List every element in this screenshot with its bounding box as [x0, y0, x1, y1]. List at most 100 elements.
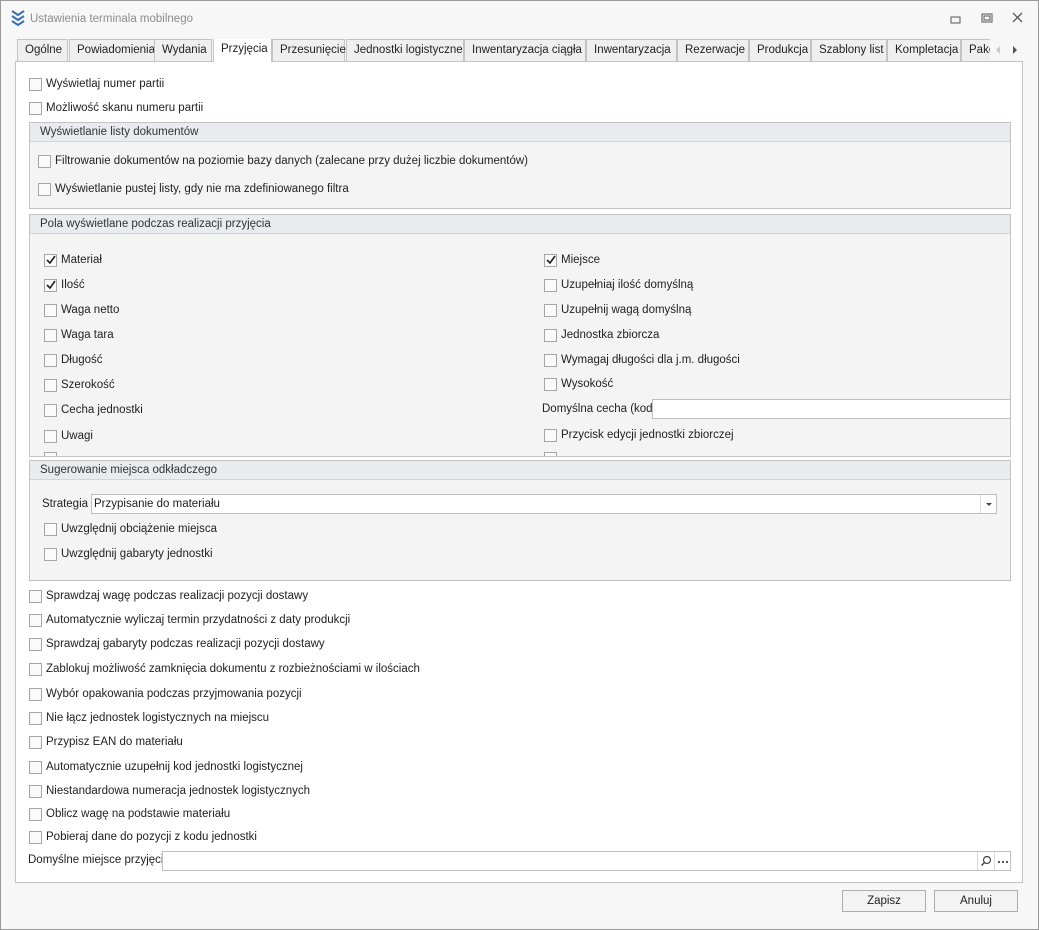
- checkbox[interactable]: [544, 328, 557, 342]
- option-db-filtering[interactable]: Filtrowanie dokumentów na poziomie bazy …: [38, 152, 528, 170]
- field-net-weight[interactable]: Waga netto: [44, 301, 119, 319]
- default-location-label: Domyślne miejsce przyjęcia: [28, 854, 170, 866]
- checkbox[interactable]: [29, 613, 42, 627]
- option-check-weight[interactable]: Sprawdzaj wagę podczas realizacji pozycj…: [29, 587, 308, 605]
- search-icon[interactable]: [977, 852, 993, 870]
- field-require-length[interactable]: Wymagaj długości dla j.m. długości: [544, 351, 740, 369]
- default-feature-input[interactable]: [652, 399, 1010, 419]
- checkbox[interactable]: [44, 328, 57, 342]
- tab-issues[interactable]: Wydania: [154, 39, 212, 61]
- doc-list-group: Wyświetlanie listy dokumentów Filtrowani…: [29, 122, 1011, 209]
- field-default-weight[interactable]: Uzupełnij wagą domyślną: [544, 301, 691, 319]
- tab-scroll-left-icon[interactable]: [991, 43, 1005, 57]
- location-suggestion-group: Sugerowanie miejsca odkładczego Strategi…: [29, 460, 1011, 581]
- checkbox[interactable]: [544, 377, 557, 391]
- field-material[interactable]: Materiał: [44, 251, 102, 269]
- ellipsis-icon[interactable]: [994, 852, 1010, 870]
- checkbox[interactable]: [44, 547, 57, 561]
- option-data-from-unit-code[interactable]: Pobieraj dane do pozycji z kodu jednostk…: [29, 828, 257, 846]
- field-remarks[interactable]: Uwagi: [44, 427, 93, 445]
- checkbox-checked[interactable]: [44, 253, 57, 267]
- checkbox[interactable]: [29, 784, 42, 798]
- field-height[interactable]: Wysokość: [544, 375, 613, 393]
- tab-inventory[interactable]: Inwentaryzacja: [586, 39, 677, 61]
- tab-picking[interactable]: Kompletacja: [887, 39, 961, 61]
- checkbox[interactable]: [44, 429, 57, 443]
- field-bulk-edit-button[interactable]: Przycisk edycji jednostki zbiorczej: [544, 426, 734, 444]
- option-custom-numbering[interactable]: Niestandardowa numeracja jednostek logis…: [29, 782, 310, 800]
- checkbox[interactable]: [29, 101, 42, 115]
- save-button[interactable]: Zapisz: [842, 890, 926, 912]
- option-block-close-discrepancies[interactable]: Zablokuj możliwość zamknięcia dokumentu …: [29, 660, 420, 678]
- tab-receipts[interactable]: Przyjęcia: [213, 39, 272, 62]
- checkbox[interactable]: [38, 154, 51, 168]
- tab-packing[interactable]: Pako: [961, 39, 990, 61]
- title-bar: Ustawienia terminala mobilnego: [1, 1, 1038, 35]
- tab-continuous-inventory[interactable]: Inwentaryzacja ciągła: [464, 39, 586, 61]
- option-location-load[interactable]: Uwzględnij obciążenie miejsca: [44, 520, 217, 538]
- strategy-label: Strategia: [42, 498, 89, 510]
- option-auto-unit-code[interactable]: Automatycznie uzupełnij kod jednostki lo…: [29, 758, 303, 776]
- checkbox[interactable]: [44, 403, 57, 417]
- minimize-icon[interactable]: [947, 10, 965, 26]
- tab-production[interactable]: Produkcja: [749, 39, 811, 61]
- field-default-quantity[interactable]: Uzupełniaj ilość domyślną: [544, 276, 693, 294]
- checkbox[interactable]: [544, 303, 557, 317]
- checkbox[interactable]: [44, 353, 57, 367]
- checkbox[interactable]: [29, 760, 42, 774]
- checkbox[interactable]: [44, 378, 57, 392]
- checkbox[interactable]: [544, 353, 557, 367]
- field-bulk-unit[interactable]: Jednostka zbiorcza: [544, 326, 659, 344]
- tab-strip: Ogólne Powiadomienia Wydania Przyjęcia P…: [17, 39, 1037, 62]
- checkbox[interactable]: [29, 662, 42, 676]
- tab-transfer[interactable]: Przesunięcie: [272, 39, 346, 61]
- cancel-button[interactable]: Anuluj: [934, 890, 1018, 912]
- option-choose-packaging[interactable]: Wybór opakowania podczas przyjmowania po…: [29, 685, 302, 703]
- checkbox[interactable]: [29, 77, 42, 91]
- option-unit-dimensions[interactable]: Uwzględnij gabaryty jednostki: [44, 545, 213, 563]
- chevron-down-icon[interactable]: [980, 495, 996, 513]
- checkbox[interactable]: [44, 303, 57, 317]
- close-icon[interactable]: [1009, 10, 1027, 26]
- tab-scroll-right-icon[interactable]: [1008, 43, 1022, 57]
- strategy-select[interactable]: Przypisanie do materiału: [91, 494, 997, 514]
- field-location[interactable]: Miejsce: [544, 251, 600, 269]
- checkbox[interactable]: [544, 278, 557, 292]
- option-check-dimensions[interactable]: Sprawdzaj gabaryty podczas realizacji po…: [29, 635, 325, 653]
- option-weight-from-material[interactable]: Oblicz wagę na podstawie materiału: [29, 805, 230, 823]
- field-length[interactable]: Długość: [44, 351, 103, 369]
- option-auto-expiry[interactable]: Automatycznie wyliczaj termin przydatnoś…: [29, 611, 350, 629]
- window-title: Ustawienia terminala mobilnego: [30, 13, 193, 25]
- field-unit-feature[interactable]: Cecha jednostki: [44, 401, 143, 419]
- app-logo-icon: [11, 10, 25, 27]
- checkbox[interactable]: [544, 428, 557, 442]
- default-feature-label: Domyślna cecha (kod): [542, 403, 657, 415]
- settings-window: Ustawienia terminala mobilnego Ogólne Po…: [0, 0, 1039, 930]
- tab-logistic-units[interactable]: Jednostki logistyczne: [346, 39, 464, 61]
- checkbox[interactable]: [29, 807, 42, 821]
- tab-list-templates[interactable]: Szablony list: [811, 39, 887, 61]
- checkbox[interactable]: [29, 735, 42, 749]
- default-location-input[interactable]: [162, 851, 1011, 871]
- checkbox-checked[interactable]: [544, 253, 557, 267]
- option-empty-list[interactable]: Wyświetlanie pustej listy, gdy nie ma zd…: [38, 180, 349, 198]
- option-no-merge-units[interactable]: Nie łącz jednostek logistycznych na miej…: [29, 709, 269, 727]
- field-width[interactable]: Szerokość: [44, 376, 115, 394]
- field-quantity[interactable]: Ilość: [44, 276, 85, 294]
- checkbox-checked[interactable]: [44, 278, 57, 292]
- restore-icon[interactable]: [978, 10, 996, 26]
- field-tare-weight[interactable]: Waga tara: [44, 326, 114, 344]
- checkbox[interactable]: [29, 830, 42, 844]
- checkbox[interactable]: [29, 637, 42, 651]
- checkbox[interactable]: [29, 687, 42, 701]
- checkbox[interactable]: [29, 589, 42, 603]
- option-show-batch-number[interactable]: Wyświetlaj numer partii: [29, 75, 164, 93]
- checkbox[interactable]: [29, 711, 42, 725]
- checkbox[interactable]: [44, 522, 57, 536]
- checkbox[interactable]: [38, 182, 51, 196]
- tab-reservations[interactable]: Rezerwacje: [677, 39, 749, 61]
- tab-general[interactable]: Ogólne: [17, 39, 68, 61]
- option-batch-scan[interactable]: Możliwość skanu numeru partii: [29, 99, 203, 117]
- option-assign-ean[interactable]: Przypisz EAN do materiału: [29, 733, 183, 751]
- tab-notifications[interactable]: Powiadomienia: [69, 39, 163, 61]
